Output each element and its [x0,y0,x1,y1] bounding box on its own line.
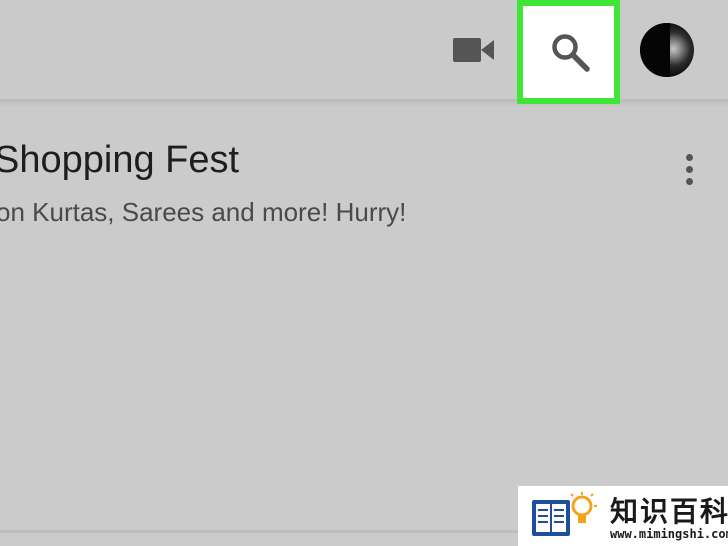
more-vertical-icon-dot-3 [686,178,693,185]
notification-title: Shopping Fest [0,139,240,181]
watermark-url: www.mimingshi.com [610,527,728,541]
account-avatar[interactable] [640,23,694,77]
notification-body: on Kurtas, Sarees and more! Hurry! [0,197,407,227]
upload-video-button[interactable] [448,30,498,70]
avatar-image [640,23,670,77]
book-lightbulb-logo-icon [532,492,597,536]
more-vertical-icon [686,154,693,161]
list-divider [0,530,520,533]
more-options-button[interactable] [677,152,703,190]
video-camera-icon [453,38,494,62]
search-button[interactable] [517,0,620,104]
watermark-title: 知识百科 [610,495,728,528]
watermark: 知识百科 www.mimingshi.com [518,486,728,546]
search-icon [552,34,590,72]
more-vertical-icon-dot-2 [686,166,693,173]
